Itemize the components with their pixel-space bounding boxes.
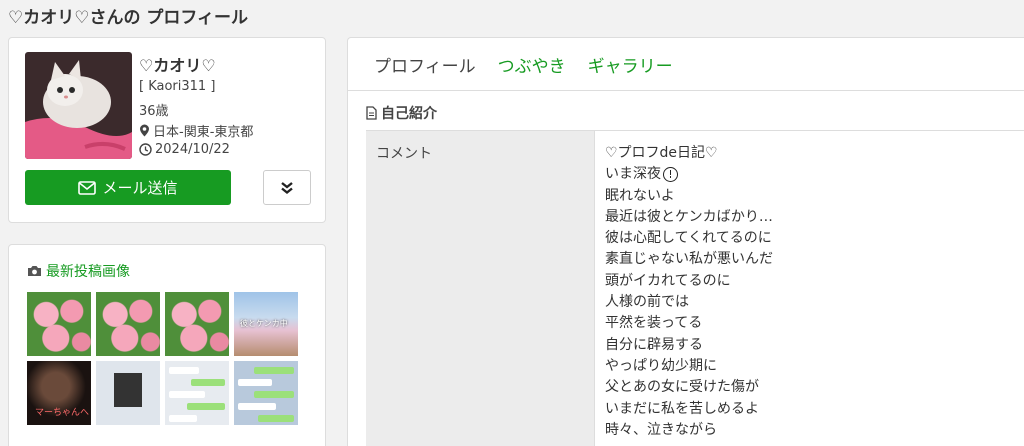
comment-line: 最近は彼とケンカばかり…: [605, 208, 773, 225]
latest-images-label: 最新投稿画像: [46, 264, 130, 280]
comment-label: コメント: [376, 146, 432, 162]
thumbnail-grid: 彼とケンカ中 マーちゃんへ: [27, 292, 298, 425]
send-mail-label: メール送信: [102, 180, 178, 197]
clock-icon: [139, 143, 152, 156]
thumbnail-image[interactable]: [96, 292, 160, 356]
avatar[interactable]: [25, 52, 132, 159]
tab-profile[interactable]: プロフィール: [374, 52, 476, 77]
comment-line: やっぱり幼少期に: [605, 357, 717, 374]
comment-line: 自分に辟易する: [605, 336, 703, 353]
comment-text: ♡プロフde日記♡ いま深夜 眠れないよ 最近は彼とケンカばかり… 彼は心配して…: [605, 143, 773, 441]
profile-date: 2024/10/22: [139, 142, 230, 157]
envelope-icon: [78, 180, 97, 195]
latest-images-heading[interactable]: 最新投稿画像: [27, 261, 130, 281]
thumbnail-caption: 彼とケンカ中: [240, 319, 288, 328]
profile-tabs: プロフィール つぶやき ギャラリー: [374, 52, 673, 77]
camera-icon: [28, 266, 41, 276]
comment-line: ♡プロフde日記♡: [605, 145, 718, 161]
comment-line: 人様の前では: [605, 294, 689, 311]
comment-line: いまだに私を苦しめるよ: [605, 400, 759, 417]
thumbnail-image[interactable]: [234, 361, 298, 425]
comment-line: 時々、泣きながら: [605, 421, 717, 438]
send-mail-button[interactable]: メール送信: [25, 170, 231, 205]
thumbnail-image[interactable]: [96, 361, 160, 425]
profile-card: ♡カオリ♡ [ Kaori311 ] 36歳 日本-関東-東京都 2024/10…: [8, 37, 326, 223]
self-intro-heading: 自己紹介: [366, 103, 437, 123]
double-chevron-down-icon: [281, 181, 293, 194]
tab-tweets[interactable]: つぶやき: [498, 52, 566, 77]
profile-username: [ Kaori311 ]: [139, 79, 216, 94]
tabs-divider: [348, 90, 1024, 91]
comment-line: 眠れないよ: [605, 187, 675, 204]
profile-location-text: 日本-関東-東京都: [153, 125, 254, 140]
comment-line: 素直じゃない私が悪いんだ: [605, 251, 773, 268]
thumbnail-image[interactable]: 彼とケンカ中: [234, 292, 298, 356]
comment-line: 平然を装ってる: [605, 315, 703, 332]
profile-location: 日本-関東-東京都: [139, 121, 253, 140]
comment-value-cell: ♡プロフde日記♡ いま深夜 眠れないよ 最近は彼とケンカばかり… 彼は心配して…: [594, 130, 1024, 446]
self-intro-label: 自己紹介: [381, 106, 437, 122]
document-icon: [366, 106, 377, 120]
map-pin-icon: [140, 124, 149, 137]
profile-name: ♡カオリ♡: [139, 56, 216, 75]
thumbnail-caption: マーちゃんへ: [35, 408, 90, 418]
comment-line: 父とあの女に受けた傷が: [605, 379, 759, 396]
comment-line: 頭がイカれてるのに: [605, 272, 731, 289]
expand-more-button[interactable]: [263, 170, 311, 205]
comment-line: 彼は心配してくれてるのに: [605, 230, 772, 247]
latest-images-card: 最新投稿画像 彼とケンカ中 マーちゃんへ: [8, 244, 326, 446]
comment-line: いま深夜: [605, 164, 773, 185]
page-title: ♡カオリ♡さんの プロフィール: [8, 8, 249, 28]
exclamation-clock-icon: [663, 167, 678, 183]
thumbnail-image[interactable]: [27, 292, 91, 356]
thumbnail-image[interactable]: [165, 361, 229, 425]
thumbnail-image[interactable]: マーちゃんへ: [27, 361, 91, 425]
profile-age: 36歳: [139, 104, 169, 119]
thumbnail-image[interactable]: [165, 292, 229, 356]
tab-gallery[interactable]: ギャラリー: [588, 52, 673, 77]
comment-label-cell: コメント: [366, 130, 594, 446]
main-panel: プロフィール つぶやき ギャラリー 自己紹介 コメント ♡プロフde日記♡ いま…: [347, 37, 1024, 446]
profile-date-text: 2024/10/22: [155, 142, 230, 157]
